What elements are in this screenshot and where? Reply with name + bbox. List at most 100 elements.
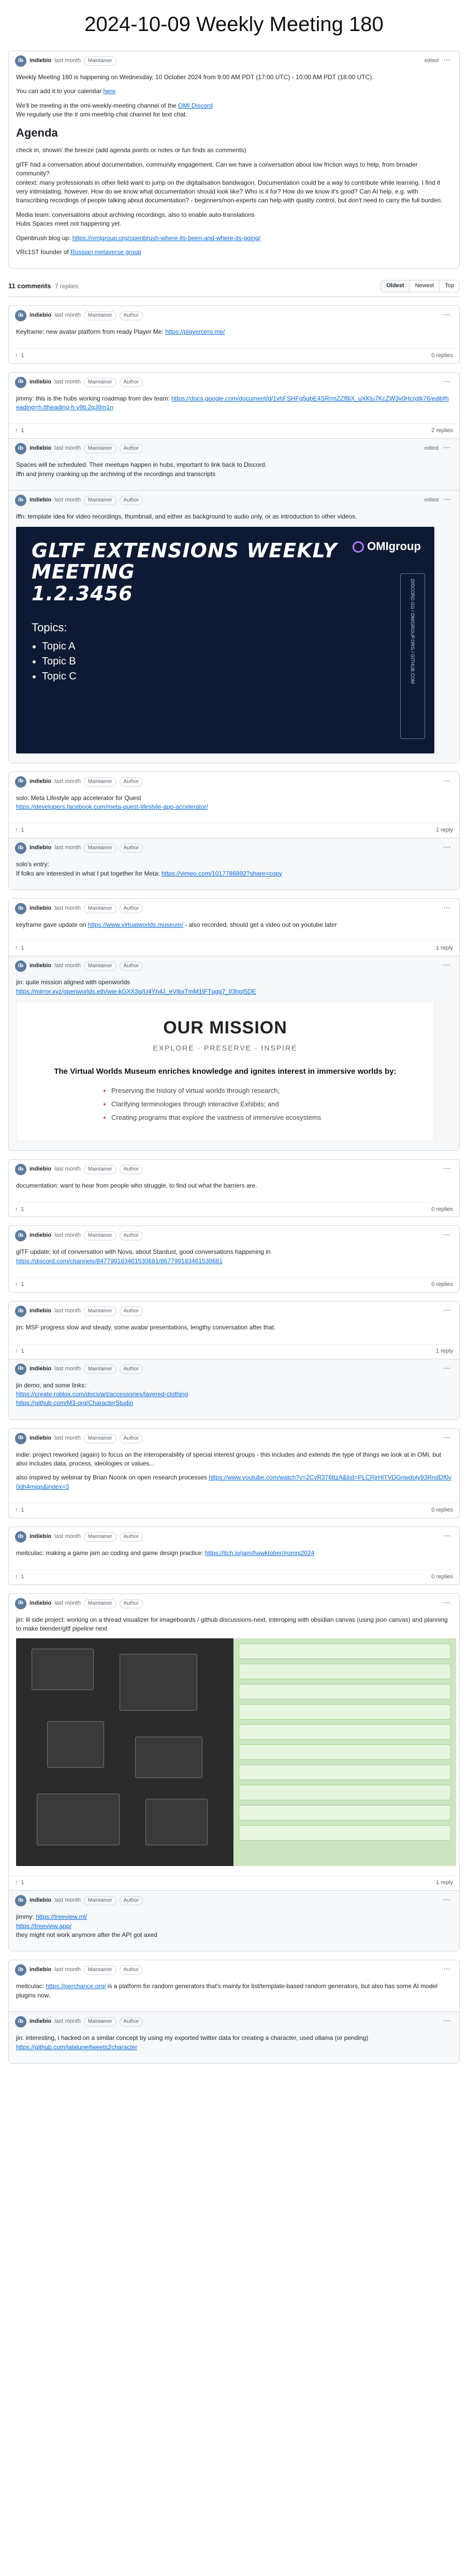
author-name[interactable]: indiebio <box>30 2018 51 2026</box>
more-options-icon[interactable]: ··· <box>442 1897 453 1905</box>
comment-time[interactable]: last month <box>54 1307 81 1315</box>
author-name[interactable]: indiebio <box>30 905 51 913</box>
reply-time[interactable]: last month <box>54 445 81 453</box>
avatar[interactable]: ib <box>15 1895 26 1907</box>
upvote-icon[interactable]: ↑ <box>15 1348 18 1356</box>
author-name[interactable]: indiebio <box>30 378 51 387</box>
omi-discord-link[interactable]: OMI Discord <box>178 102 213 109</box>
replies-count[interactable]: 0 replies <box>431 1573 453 1581</box>
reply-time[interactable]: last month <box>54 1897 81 1905</box>
sort-top-button[interactable]: Top <box>439 280 459 292</box>
reply-time[interactable]: last month <box>54 1365 81 1373</box>
more-options-icon[interactable]: ··· <box>442 1434 453 1443</box>
reply-time[interactable]: last month <box>54 2018 81 2026</box>
replies-count[interactable]: 1 reply <box>436 944 453 953</box>
comment-time[interactable]: last month <box>54 1600 81 1608</box>
comment-time[interactable]: last month <box>54 1533 81 1541</box>
replies-count[interactable]: 1 reply <box>436 1879 453 1887</box>
author-name[interactable]: indiebio <box>30 778 51 786</box>
treeview-app-link[interactable]: https://treeview.app/ <box>16 1922 71 1930</box>
author-name[interactable]: indiebio <box>30 1232 51 1240</box>
thread-visualizer-screenshot[interactable] <box>16 1638 456 1867</box>
more-options-icon[interactable]: ··· <box>442 1232 453 1240</box>
replies-count[interactable]: 1 reply <box>436 826 453 835</box>
author-name[interactable]: indiebio <box>30 1897 51 1905</box>
avatar[interactable]: ib <box>15 1164 26 1176</box>
comment-link[interactable]: https://playercero.me/ <box>165 328 225 335</box>
tweets2character-link[interactable]: https://github.com/lalalune/tweets2chara… <box>16 2044 137 2051</box>
more-options-icon[interactable]: ··· <box>442 1533 453 1541</box>
comment-time[interactable]: last month <box>54 312 81 320</box>
meta-accelerator-link[interactable]: https://developers.facebook.com/meta-que… <box>16 803 208 810</box>
avatar[interactable]: ib <box>15 1964 26 1976</box>
perchance-link[interactable]: https://perchance.org/ <box>46 1982 106 1990</box>
discord-channel-link[interactable]: https://discord.com/channels/84779918346… <box>16 1257 223 1265</box>
more-options-icon[interactable]: ··· <box>442 1307 453 1315</box>
author-name[interactable]: indiebio <box>30 312 51 320</box>
upvote-icon[interactable]: ↑ <box>15 427 18 435</box>
comment-time[interactable]: last month <box>54 1434 81 1443</box>
replies-count[interactable]: 2 replies <box>431 427 453 435</box>
edited-indicator[interactable]: edited <box>425 57 438 65</box>
upvote-icon[interactable]: ↑ <box>15 1206 18 1214</box>
replies-count[interactable]: 1 reply <box>436 1348 453 1356</box>
author-name[interactable]: indiebio <box>30 1966 51 1974</box>
more-options-icon[interactable]: ··· <box>442 905 453 913</box>
more-options-icon[interactable]: ··· <box>442 57 453 65</box>
upvote-icon[interactable]: ↑ <box>15 826 18 835</box>
upvote-icon[interactable]: ↑ <box>15 1879 18 1887</box>
avatar[interactable]: ib <box>15 495 26 507</box>
author-name[interactable]: indiebio <box>30 844 51 852</box>
more-options-icon[interactable]: ··· <box>442 1365 453 1373</box>
gltf-meeting-template-image[interactable]: GLTF EXTENSIONS WEEKLY MEETING 1.2.3456 … <box>16 526 434 753</box>
more-options-icon[interactable]: ··· <box>442 1600 453 1608</box>
comment-time[interactable]: last month <box>54 1165 81 1174</box>
avatar[interactable]: ib <box>15 2016 26 2028</box>
avatar[interactable]: ib <box>15 1363 26 1375</box>
comment-time[interactable]: last month <box>54 778 81 786</box>
avatar[interactable]: ib <box>15 1432 26 1444</box>
upvote-icon[interactable]: ↑ <box>15 944 18 953</box>
edited-indicator[interactable]: edited <box>425 445 438 453</box>
character-studio-link[interactable]: https://github.com/M3-org/CharacterStudi… <box>16 1399 133 1407</box>
author-name[interactable]: indiebio <box>30 1434 51 1443</box>
more-options-icon[interactable]: ··· <box>442 445 453 453</box>
author-name[interactable]: indiebio <box>30 1307 51 1315</box>
itch-jam-link[interactable]: https://itch.io/jam/hawktober/#omni2024 <box>205 1549 314 1557</box>
replies-count[interactable]: 0 replies <box>431 1281 453 1289</box>
more-options-icon[interactable]: ··· <box>442 378 453 387</box>
avatar[interactable]: ib <box>15 1230 26 1242</box>
reply-time[interactable]: last month <box>54 962 81 970</box>
author-name[interactable]: indiebio <box>30 1533 51 1541</box>
replies-count[interactable]: 0 replies <box>431 1206 453 1214</box>
avatar[interactable]: ib <box>15 842 26 854</box>
avatar[interactable]: ib <box>15 1531 26 1543</box>
avatar[interactable]: ib <box>15 960 26 972</box>
more-options-icon[interactable]: ··· <box>442 2018 453 2026</box>
comment-time[interactable]: last month <box>54 905 81 913</box>
upvote-icon[interactable]: ↑ <box>15 1573 18 1581</box>
author-name[interactable]: indiebio <box>30 496 51 505</box>
author-name[interactable]: indiebio <box>30 1600 51 1608</box>
avatar[interactable]: ib <box>15 443 26 455</box>
mirror-link[interactable]: https://mirror.xyz/openworlds.eth/wie-kG… <box>16 988 256 995</box>
avatar[interactable]: ib <box>15 310 26 322</box>
avatar[interactable]: ib <box>15 903 26 915</box>
more-options-icon[interactable]: ··· <box>442 312 453 320</box>
vimeo-link[interactable]: https://vimeo.com/1017786892?share=copy <box>162 870 282 877</box>
upvote-icon[interactable]: ↑ <box>15 1506 18 1515</box>
replies-count[interactable]: 0 replies <box>431 1506 453 1515</box>
more-options-icon[interactable]: ··· <box>442 962 453 970</box>
calendar-link[interactable]: here <box>103 87 115 95</box>
sort-newest-button[interactable]: Newest <box>409 280 440 292</box>
author-name[interactable]: indiebio <box>30 962 51 970</box>
author-name[interactable]: indiebio <box>30 1165 51 1174</box>
more-options-icon[interactable]: ··· <box>442 844 453 852</box>
avatar[interactable]: ib <box>15 1306 26 1317</box>
reply-time[interactable]: last month <box>54 844 81 852</box>
author-name[interactable]: indiebio <box>30 445 51 453</box>
author-name[interactable]: indiebio <box>30 57 51 65</box>
avatar[interactable]: ib <box>15 776 26 788</box>
upvote-icon[interactable]: ↑ <box>15 352 18 360</box>
post-time[interactable]: last month <box>54 57 81 65</box>
